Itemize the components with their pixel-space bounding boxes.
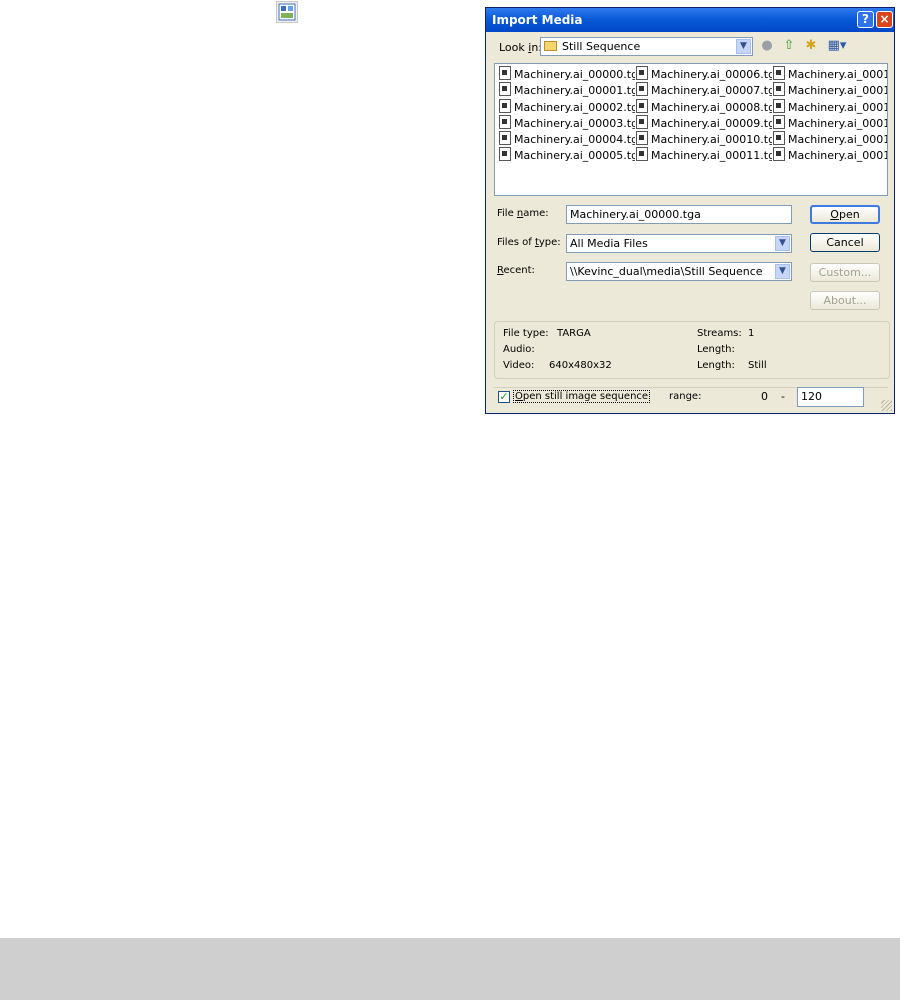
folder-icon [544,41,557,51]
image-icon [278,3,296,21]
tga-file-icon [773,147,785,162]
view-menu-icon[interactable]: ▦▾ [825,38,849,54]
open-sequence-checkbox[interactable]: ✓ [498,391,510,403]
footer-band [0,938,900,1000]
list-item[interactable]: Machinery.ai_00000.tga [497,66,635,82]
file-type-value: TARGA [557,328,591,339]
range-end-input[interactable]: 120 [797,387,864,407]
video-length-label: Length: [697,360,735,371]
file-type-label: File type: [503,328,549,339]
list-item[interactable]: Machinery.ai_00005.tga [497,147,635,163]
files-of-type-value: All Media Files [570,237,648,250]
cancel-button[interactable]: Cancel [810,233,880,252]
list-item[interactable]: Machinery.ai_00004.tga [497,131,635,147]
list-item[interactable]: Machinery.ai_00006.tga [634,66,772,82]
tga-file-icon [499,147,511,162]
list-item[interactable]: Machinery.ai_00017.t [771,147,887,163]
tga-file-icon [773,82,785,97]
tga-file-icon [636,131,648,146]
range-start-value: 0 [761,390,768,403]
tga-file-icon [636,66,648,80]
about-button[interactable]: About... [810,291,880,310]
file-name-input[interactable]: Machinery.ai_00000.tga [566,205,792,224]
tga-file-icon [636,98,648,113]
recent-label: Recent: [497,265,535,276]
audio-length-label: Length: [697,344,735,355]
open-sequence-label[interactable]: Open still image sequence [513,390,651,403]
look-in-label: Look in: [499,41,543,54]
recent-dropdown[interactable]: \\Kevinc_dual\media\Still Sequence ▼ [566,262,792,281]
list-item[interactable]: Machinery.ai_00008.tga [634,98,772,115]
tga-file-icon [773,66,785,80]
audio-label: Audio: [503,344,535,355]
list-item[interactable]: Machinery.ai_00001.tga [497,82,635,98]
tga-file-icon [773,131,785,146]
list-item[interactable]: Machinery.ai_00014.t [771,98,887,115]
list-item[interactable]: Machinery.ai_00003.tga [497,114,635,131]
video-label: Video: [503,360,535,371]
streams-value: 1 [748,328,755,339]
range-label: range: [669,391,702,402]
chevron-down-icon[interactable]: ▼ [775,264,790,279]
open-button[interactable]: Open [810,205,880,224]
list-item[interactable]: Machinery.ai_00010.tga [634,131,772,147]
tga-file-icon [636,114,648,129]
list-item[interactable]: Machinery.ai_00016.t [771,131,887,147]
resize-grip-icon[interactable] [881,400,892,411]
tga-file-icon [773,114,785,129]
list-item[interactable]: Machinery.ai_00011.tga [634,147,772,163]
tga-file-icon [499,98,511,113]
list-item[interactable]: Machinery.ai_00013.t [771,82,887,98]
recent-value: \\Kevinc_dual\media\Still Sequence [570,265,763,278]
streams-label: Streams: [697,328,742,339]
tga-file-icon [499,114,511,129]
chevron-down-icon[interactable]: ▼ [736,39,751,54]
tga-file-icon [636,147,648,162]
tga-file-icon [499,66,511,80]
tga-file-icon [636,82,648,97]
chevron-down-icon[interactable]: ▼ [775,236,790,251]
files-of-type-label: Files of type: [497,237,561,248]
list-item[interactable]: Machinery.ai_00012.t [771,66,887,82]
video-value: 640x480x32 [549,360,612,371]
dialog-titlebar[interactable]: Import Media ? × [486,8,894,32]
import-media-toolbar-icon[interactable] [276,1,298,23]
tga-file-icon [499,131,511,146]
media-info-group: File type: TARGA Streams: 1 Audio: Lengt… [494,321,890,379]
video-length-value: Still [748,360,767,371]
list-item[interactable]: Machinery.ai_00009.tga [634,114,772,131]
file-name-label: File name: [497,208,549,219]
tga-file-icon [773,98,785,113]
range-separator: - [781,390,785,403]
file-list[interactable]: Machinery.ai_00000.tga Machinery.ai_0000… [494,63,888,196]
list-item[interactable]: Machinery.ai_00015.t [771,114,887,131]
tga-file-icon [499,82,511,97]
list-item[interactable]: Machinery.ai_00002.tga [497,98,635,115]
help-button[interactable]: ? [857,11,874,28]
close-button[interactable]: × [876,11,893,28]
dialog-title: Import Media [492,13,583,27]
look-in-dropdown[interactable]: Still Sequence ▼ [540,37,753,56]
files-of-type-dropdown[interactable]: All Media Files ▼ [566,234,792,253]
back-icon[interactable]: ● [758,38,776,54]
new-folder-icon[interactable]: ✱ [802,38,820,54]
import-media-dialog: Import Media ? × Look in: Still Sequence… [485,7,895,414]
look-in-value: Still Sequence [562,40,641,53]
up-folder-icon[interactable]: ⇧ [780,38,798,54]
custom-button[interactable]: Custom... [810,263,880,282]
list-item[interactable]: Machinery.ai_00007.tga [634,82,772,98]
